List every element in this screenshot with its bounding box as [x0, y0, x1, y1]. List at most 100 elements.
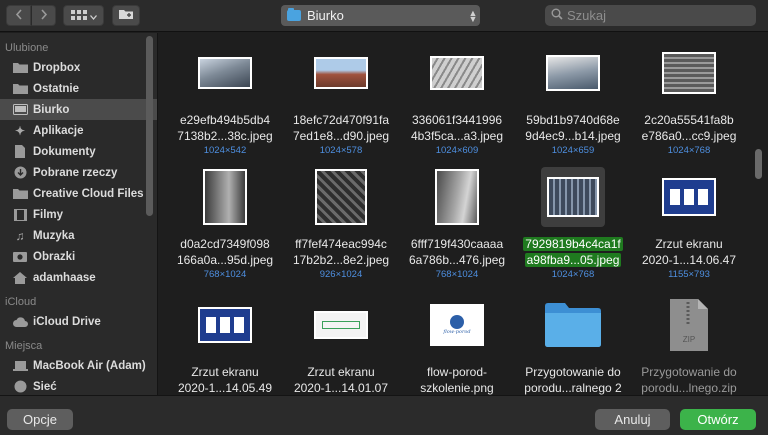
file-name-line2: 2020-1...14.06.47 [641, 253, 737, 267]
sidebar-header-favorites: Ulubione [5, 42, 49, 54]
file-name-line1: 2c20a55541fa8b [644, 113, 734, 127]
folder-icon [12, 61, 28, 75]
file-name-line1: Zrzut ekranu [191, 365, 259, 379]
sidebar-item-downloads[interactable]: Pobrane rzeczy [0, 162, 157, 183]
sidebar-item-label: Dokumenty [33, 145, 96, 158]
file-browser: e29efb494b5db4 7138b2...38c.jpeg 1024×54… [159, 33, 768, 395]
updown-chevron-icon: ▲ ▼ [468, 7, 478, 24]
file-thumbnail-box [193, 43, 257, 103]
sidebar-item-desktop[interactable]: Biurko [0, 99, 157, 120]
chevron-left-icon [15, 8, 23, 23]
sidebar-item-dropbox[interactable]: Dropbox [0, 57, 157, 78]
cloud-icon [12, 315, 28, 329]
nav-buttons [6, 5, 56, 26]
image-thumbnail [662, 178, 716, 216]
file-name-line2: szkolenie.png [420, 381, 494, 395]
forward-button[interactable] [31, 5, 56, 26]
file-name-line1: Zrzut ekranu [655, 237, 723, 251]
image-thumbnail [198, 307, 252, 343]
file-dimensions: 1024×768 [667, 145, 711, 156]
file-thumbnail-box [193, 295, 257, 355]
sidebar-item-label: Dropbox [33, 61, 81, 74]
sidebar-item-label: MacBook Air (Adam) [33, 359, 146, 372]
sidebar-item-label: Filmy [33, 208, 64, 221]
file-dimensions: 1024×609 [435, 145, 479, 156]
image-thumbnail [314, 57, 368, 89]
desktop-icon [12, 103, 28, 117]
folder-icon [543, 300, 603, 351]
chevron-right-icon [40, 8, 48, 23]
location-popup[interactable]: Biurko ▲ ▼ [281, 5, 480, 26]
image-thumbnail [315, 169, 367, 225]
sidebar-scrollbar[interactable] [146, 36, 153, 216]
sidebar-item-icloud-drive[interactable]: iCloud Drive [0, 311, 157, 332]
file-thumbnail-box [193, 167, 257, 227]
file-dimensions: 1024×659 [551, 145, 595, 156]
search-icon [551, 8, 563, 23]
selected-name-highlight: 7929819b4c4ca1f [523, 237, 623, 251]
cancel-button[interactable]: Anuluj [595, 409, 670, 430]
file-thumbnail-box [541, 295, 605, 355]
image-thumbnail [203, 169, 247, 225]
new-folder-button[interactable] [112, 5, 140, 26]
sidebar-item-applications[interactable]: ✦ Aplikacje [0, 120, 157, 141]
sidebar-header-locations: Miejsca [5, 340, 43, 352]
file-thumbnail-box [541, 43, 605, 103]
sidebar-item-label: Creative Cloud Files [33, 187, 144, 200]
file-thumbnail-box [425, 167, 489, 227]
file-name-line1: flow-porod- [426, 365, 488, 379]
view-mode-button[interactable] [63, 5, 104, 26]
back-button[interactable] [6, 5, 31, 26]
file-thumbnail-box [541, 167, 605, 227]
sidebar-item-recents[interactable]: Ostatnie [0, 78, 157, 99]
logo-text: flow-porod [443, 329, 471, 335]
file-name-line2: 9d4ec9...b14.jpeg [525, 129, 621, 143]
sidebar-item-creative-cloud[interactable]: Creative Cloud Files [0, 183, 157, 204]
new-folder-icon [118, 8, 134, 23]
sidebar-item-label: Sieć [33, 380, 57, 393]
zip-file-icon: ZIP [669, 298, 709, 352]
file-dimensions: 1024×542 [203, 145, 247, 156]
file-dimensions: 768×1024 [203, 269, 247, 280]
sidebar-item-label: Pobrane rzeczy [33, 166, 118, 179]
image-thumbnail [546, 55, 600, 91]
image-thumbnail [435, 169, 479, 225]
grid-view-icon [70, 9, 87, 23]
file-thumbnail-box: flow-porod [425, 295, 489, 355]
file-name-line2: 7ed1e8...d90.jpeg [292, 129, 390, 143]
sidebar-item-pictures[interactable]: Obrazki [0, 246, 157, 267]
image-thumbnail [430, 56, 484, 90]
downloads-icon [12, 166, 28, 180]
file-thumbnail-box: ZIP [657, 295, 721, 355]
file-dimensions: 1024×768 [551, 269, 595, 280]
pictures-icon [12, 250, 28, 264]
network-icon [12, 380, 28, 394]
file-thumbnail-box [657, 43, 721, 103]
documents-icon [12, 145, 28, 159]
sidebar-item-documents[interactable]: Dokumenty [0, 141, 157, 162]
file-name-line2: e786a0...cc9.jpeg [641, 129, 737, 143]
movies-icon [12, 208, 28, 222]
file-name-line2: 6a786b...476.jpeg [408, 253, 506, 267]
file-dimensions: 926×1024 [319, 269, 363, 280]
search-field[interactable] [545, 5, 756, 26]
sidebar-item-label: Ostatnie [33, 82, 80, 95]
sidebar-item-home[interactable]: adamhaase [0, 267, 157, 288]
file-thumbnail-box [309, 43, 373, 103]
sidebar-item-label: Obrazki [33, 250, 76, 263]
options-button[interactable]: Opcje [7, 409, 73, 430]
bottom-bar: Opcje Anuluj Otwórz [0, 395, 768, 435]
laptop-icon [12, 359, 28, 373]
sidebar-item-music[interactable]: ♫ Muzyka [0, 225, 157, 246]
file-name-line1: 7929819b4c4ca1f [515, 237, 631, 252]
file-name-line2: 166a0a...95d.jpeg [176, 253, 274, 267]
file-name-line1: ff7fef474eac994c [295, 237, 387, 251]
image-thumbnail [198, 57, 252, 89]
sidebar-item-network[interactable]: Sieć [0, 376, 157, 395]
sidebar-item-macbook[interactable]: MacBook Air (Adam) [0, 355, 157, 376]
sidebar-item-movies[interactable]: Filmy [0, 204, 157, 225]
search-input[interactable] [567, 8, 747, 23]
chevron-down-icon [89, 9, 97, 23]
open-button[interactable]: Otwórz [680, 409, 756, 430]
main-scrollbar[interactable] [755, 149, 762, 179]
